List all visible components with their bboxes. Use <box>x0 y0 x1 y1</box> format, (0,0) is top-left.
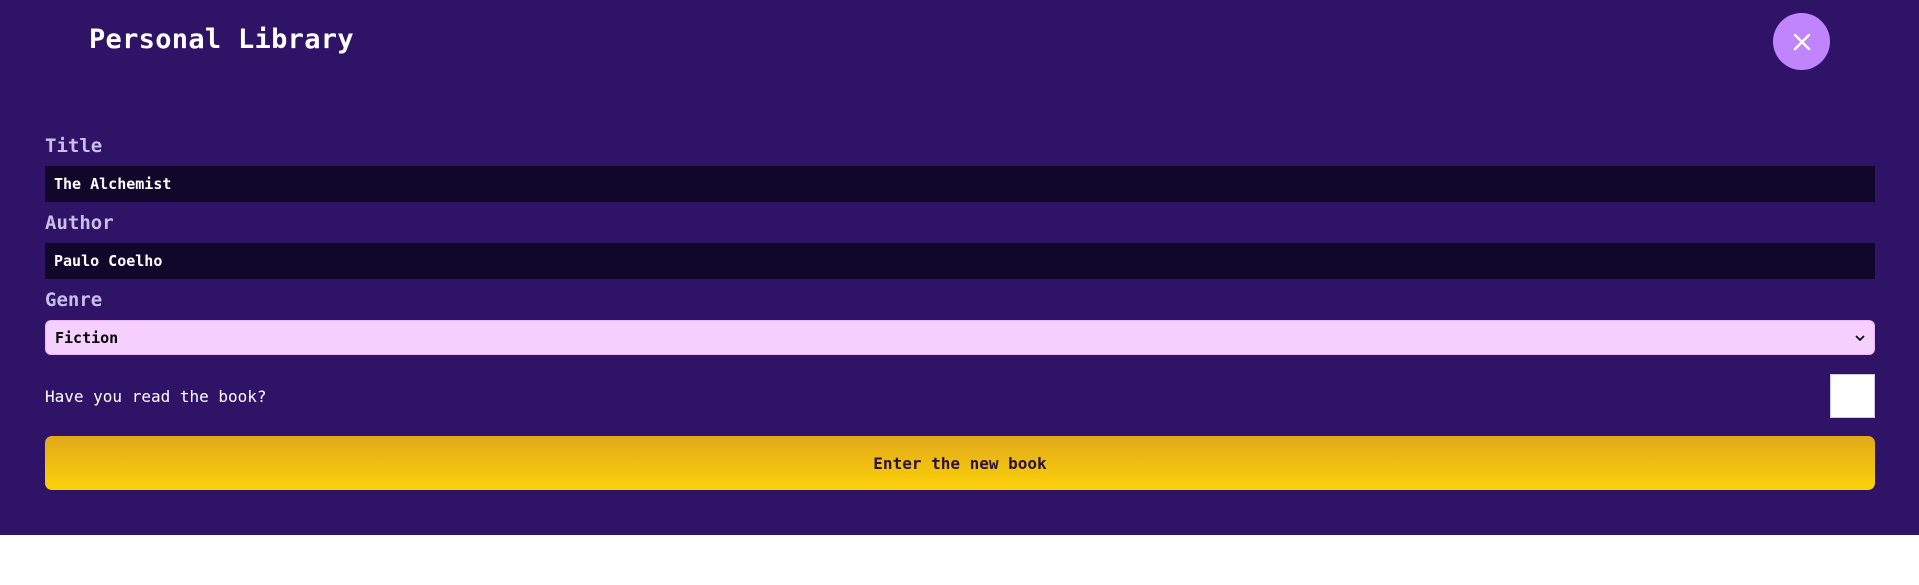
title-input-value: The Alchemist <box>54 175 172 193</box>
genre-label: Genre <box>45 289 103 311</box>
chevron-down-icon <box>1855 334 1865 341</box>
read-checkbox[interactable] <box>1830 374 1875 418</box>
enter-book-button[interactable]: Enter the new book <box>45 436 1875 490</box>
library-panel: Personal Library Title The Alchemist Aut… <box>0 0 1919 535</box>
close-icon <box>1793 33 1810 50</box>
author-input-value: Paulo Coelho <box>54 252 163 270</box>
genre-select[interactable]: Fiction <box>45 320 1875 355</box>
close-button[interactable] <box>1773 13 1830 70</box>
genre-selected-value: Fiction <box>55 328 119 347</box>
read-question-label: Have you read the book? <box>45 387 267 406</box>
page-title: Personal Library <box>89 24 354 55</box>
author-input[interactable]: Paulo Coelho <box>45 243 1875 279</box>
author-label: Author <box>45 212 114 234</box>
title-label: Title <box>45 135 103 157</box>
title-input[interactable]: The Alchemist <box>45 166 1875 202</box>
